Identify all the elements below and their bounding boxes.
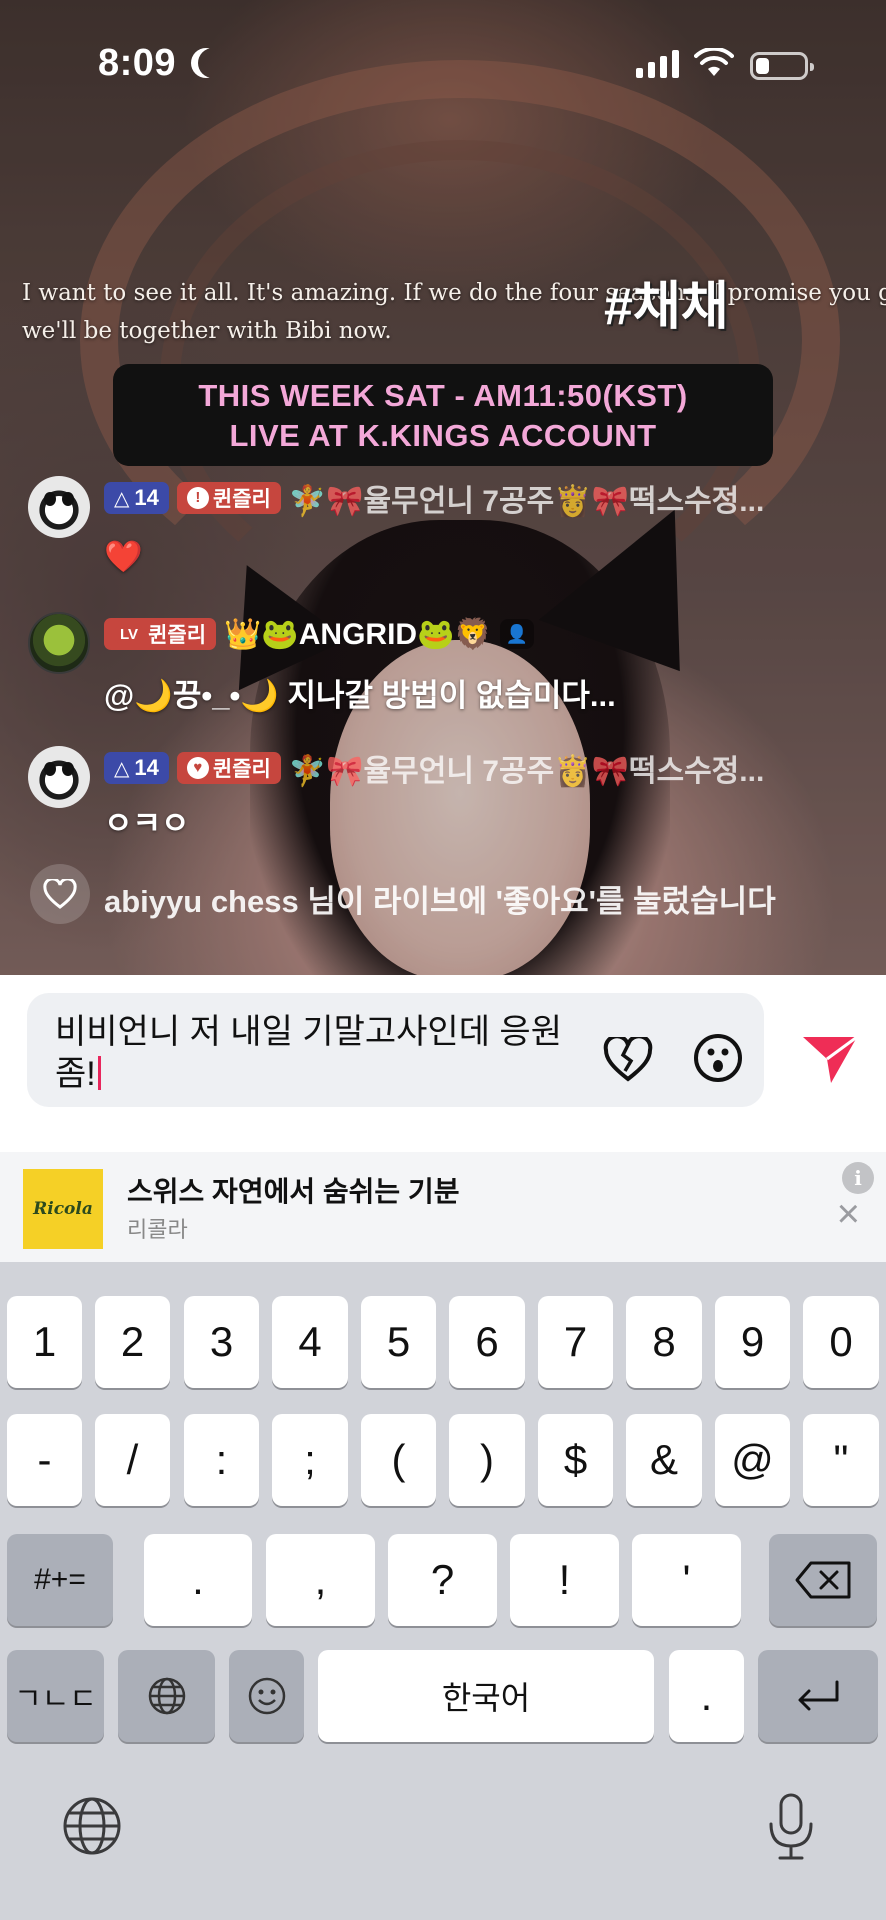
hashtag-overlay: #채채 bbox=[604, 278, 729, 336]
ad-advertiser: 리콜라 bbox=[127, 1217, 188, 1242]
add-friend-icon[interactable]: 👤 bbox=[499, 619, 534, 649]
key[interactable]: / bbox=[95, 1414, 170, 1506]
comment-message: ㅇㅋㅇ bbox=[104, 806, 190, 841]
heart-icon: ! bbox=[186, 487, 209, 509]
subtitle-line-2: we'll be together with Bibi now. bbox=[22, 318, 392, 344]
period-key[interactable]: . bbox=[669, 1650, 744, 1742]
live-video[interactable]: 8:09 I want to see it all. It's amazing.… bbox=[0, 0, 886, 975]
key[interactable]: 5 bbox=[361, 1296, 436, 1388]
level-icon: △ bbox=[114, 487, 130, 510]
comment-meta: △ 14 ! 퀸즐리 🧚🎀율무언니 7공주👸🎀떡스수정... bbox=[104, 480, 764, 518]
key[interactable]: 8 bbox=[626, 1296, 702, 1388]
key[interactable]: " bbox=[803, 1414, 879, 1506]
key[interactable]: . bbox=[144, 1534, 252, 1626]
avatar[interactable] bbox=[28, 476, 90, 538]
like-notice-text: abiyyu chess 님이 라이브에 '좋아요'를 눌렀습니다 bbox=[104, 884, 776, 919]
key[interactable]: 9 bbox=[715, 1296, 790, 1388]
microphone-icon[interactable] bbox=[766, 1792, 816, 1862]
comment-input[interactable]: 비비언니 저 내일 기말고사인데 응원좀! bbox=[27, 993, 764, 1107]
promo-line-1: THIS WEEK SAT - AM11:50(KST) bbox=[198, 378, 688, 413]
comment-username[interactable]: 👑🐸ANGRID🐸🦁 bbox=[224, 617, 492, 652]
wifi-icon bbox=[694, 48, 734, 76]
keyboard: 1 2 3 4 5 6 7 8 9 0 - / : ; ( ) $ & @ " … bbox=[0, 1262, 886, 1920]
status-time: 8:09 bbox=[98, 42, 177, 84]
live-badge: LV bbox=[114, 623, 145, 645]
key[interactable]: 2 bbox=[95, 1296, 170, 1388]
broken-heart-icon[interactable] bbox=[601, 1033, 655, 1087]
key[interactable]: ? bbox=[388, 1534, 497, 1626]
text-caret bbox=[97, 1056, 101, 1090]
symbols-key[interactable]: #+= bbox=[7, 1534, 113, 1626]
heart-icon: ♥ bbox=[186, 757, 209, 779]
key[interactable]: 4 bbox=[272, 1296, 348, 1388]
comment-username[interactable]: 🧚🎀율무언니 7공주👸🎀떡스수정... bbox=[289, 476, 764, 520]
moon-icon bbox=[198, 48, 228, 78]
key[interactable]: , bbox=[266, 1534, 375, 1626]
comment-meta: LV 퀸즐리 👑🐸ANGRID🐸🦁 👤 bbox=[104, 616, 534, 652]
space-key[interactable]: 한국어 bbox=[318, 1650, 654, 1742]
video-subtitle: I want to see it all. It's amazing. If w… bbox=[22, 274, 886, 350]
promo-banner: THIS WEEK SAT - AM11:50(KST) LIVE AT K.K… bbox=[113, 364, 773, 466]
like-notice: abiyyu chess 님이 라이브에 '좋아요'를 눌렀습니다 bbox=[0, 864, 886, 928]
close-icon[interactable]: × bbox=[837, 1194, 860, 1234]
status-bar: 8:09 bbox=[0, 0, 886, 130]
level-badge: △ 14 bbox=[104, 482, 169, 514]
avatar[interactable] bbox=[28, 612, 90, 674]
level-badge: △ 14 bbox=[104, 752, 169, 784]
key[interactable]: ( bbox=[361, 1414, 436, 1506]
promo-line-2: LIVE AT K.KINGS ACCOUNT bbox=[229, 418, 657, 453]
send-icon[interactable] bbox=[800, 1029, 860, 1089]
comment-composer: 비비언니 저 내일 기말고사인데 응원좀! bbox=[0, 975, 886, 1152]
key[interactable]: ! bbox=[510, 1534, 619, 1626]
battery-low-icon bbox=[750, 52, 814, 80]
comment-message: @🌙끙•_•🌙 지나갈 방법이 없습미다... bbox=[104, 678, 616, 713]
subtitle-line-1: I want to see it all. It's amazing. If w… bbox=[22, 280, 886, 306]
key[interactable]: $ bbox=[538, 1414, 613, 1506]
key[interactable]: 0 bbox=[803, 1296, 879, 1388]
key[interactable]: 6 bbox=[449, 1296, 525, 1388]
ad-logo: Ricola bbox=[23, 1169, 103, 1249]
key[interactable]: @ bbox=[715, 1414, 790, 1506]
backspace-icon[interactable] bbox=[769, 1534, 877, 1626]
globe-icon[interactable] bbox=[118, 1650, 215, 1742]
key[interactable]: - bbox=[7, 1414, 82, 1506]
key[interactable]: : bbox=[184, 1414, 259, 1506]
key[interactable]: 7 bbox=[538, 1296, 613, 1388]
key[interactable]: ' bbox=[632, 1534, 741, 1626]
return-icon[interactable] bbox=[758, 1650, 878, 1742]
emoji-icon[interactable] bbox=[229, 1650, 304, 1742]
globe-icon[interactable] bbox=[62, 1796, 122, 1856]
fan-badge: ! 퀸즐리 bbox=[176, 482, 281, 514]
comment-username[interactable]: 🧚🎀율무언니 7공주👸🎀떡스수정... bbox=[289, 746, 764, 790]
surprised-face-icon[interactable] bbox=[691, 1031, 745, 1085]
cellular-signal-icon bbox=[636, 50, 679, 78]
key[interactable]: ; bbox=[272, 1414, 348, 1506]
ad-title: 스위스 자연에서 숨쉬는 기분 bbox=[127, 1176, 460, 1207]
level-icon: △ bbox=[114, 757, 130, 780]
key[interactable]: 3 bbox=[184, 1296, 259, 1388]
fan-badge: ♥ 퀸즐리 bbox=[176, 752, 281, 784]
fan-badge: LV 퀸즐리 bbox=[104, 618, 217, 650]
comment-meta: △ 14 ♥ 퀸즐리 🧚🎀율무언니 7공주👸🎀떡스수정... bbox=[104, 750, 764, 788]
key[interactable]: ) bbox=[449, 1414, 525, 1506]
comment-input-text[interactable]: 비비언니 저 내일 기말고사인데 응원좀! bbox=[55, 1011, 575, 1095]
key[interactable]: & bbox=[626, 1414, 702, 1506]
hangul-mode-key[interactable]: ㄱㄴㄷ bbox=[7, 1650, 104, 1742]
avatar[interactable] bbox=[28, 746, 90, 808]
heart-outline-icon bbox=[30, 864, 90, 924]
comment-message: ❤️ bbox=[104, 539, 143, 574]
info-icon[interactable]: i bbox=[842, 1162, 874, 1194]
ad-banner[interactable]: Ricola 스위스 자연에서 숨쉬는 기분 리콜라 i × bbox=[0, 1152, 886, 1262]
key[interactable]: 1 bbox=[7, 1296, 82, 1388]
